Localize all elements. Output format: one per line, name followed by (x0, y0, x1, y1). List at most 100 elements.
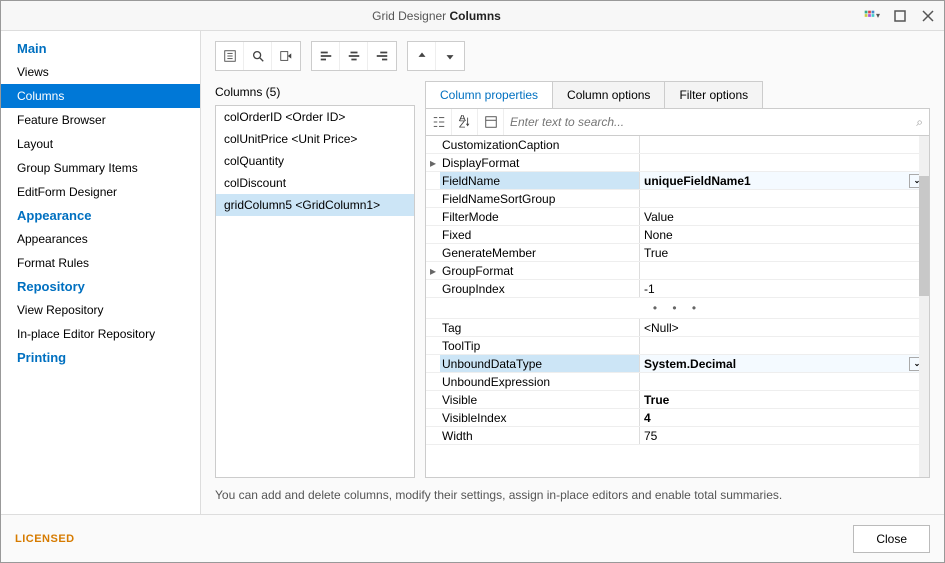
property-pages-button[interactable] (478, 109, 504, 135)
property-value[interactable]: <Null> (640, 319, 929, 336)
property-row[interactable]: FieldNameSortGroup (426, 190, 929, 208)
property-value[interactable]: -1 (640, 280, 929, 297)
property-row[interactable]: GroupIndex-1 (426, 280, 929, 298)
property-value[interactable]: 75 (640, 427, 929, 444)
expand-icon (426, 136, 440, 153)
property-search: ⌕ (504, 109, 929, 135)
property-row[interactable]: UnboundDataTypeSystem.Decimal⌄ (426, 355, 929, 373)
properties-panel: Column propertiesColumn optionsFilter op… (425, 81, 930, 478)
property-row[interactable]: FilterModeValue (426, 208, 929, 226)
column-item[interactable]: colQuantity (216, 150, 414, 172)
property-value[interactable]: Value (640, 208, 929, 225)
property-name: Fixed (440, 226, 640, 243)
expand-icon (426, 226, 440, 243)
expand-icon (426, 208, 440, 225)
property-name: UnboundExpression (440, 373, 640, 390)
sidebar-item-columns[interactable]: Columns (1, 84, 200, 108)
sidebar-item-view-repository[interactable]: View Repository (1, 298, 200, 322)
property-row[interactable]: ▸GroupFormat (426, 262, 929, 280)
tab-filter-options[interactable]: Filter options (664, 81, 763, 108)
footer: LICENSED Close (1, 514, 944, 562)
property-row[interactable]: GenerateMemberTrue (426, 244, 929, 262)
tab-column-options[interactable]: Column options (552, 81, 665, 108)
expand-icon[interactable]: ▸ (426, 154, 440, 171)
column-item[interactable]: colOrderID <Order ID> (216, 106, 414, 128)
property-value[interactable]: True (640, 244, 929, 261)
svg-text:Z: Z (458, 118, 465, 129)
property-row[interactable]: FieldNameuniqueFieldName1⌄ (426, 172, 929, 190)
column-item[interactable]: colUnitPrice <Unit Price> (216, 128, 414, 150)
align-left-button[interactable] (312, 42, 340, 70)
description-text: You can add and delete columns, modify t… (215, 478, 930, 502)
property-row[interactable]: Tag<Null> (426, 319, 929, 337)
close-icon[interactable] (920, 8, 936, 24)
property-value[interactable]: System.Decimal⌄ (640, 355, 929, 372)
property-value[interactable] (640, 262, 929, 279)
sidebar: MainViewsColumnsFeature BrowserLayoutGro… (1, 31, 201, 514)
property-name: FieldName (440, 172, 640, 189)
property-value[interactable]: None (640, 226, 929, 243)
sidebar-item-layout[interactable]: Layout (1, 132, 200, 156)
property-value[interactable] (640, 373, 929, 390)
align-center-button[interactable] (340, 42, 368, 70)
add-column-button[interactable] (216, 42, 244, 70)
property-row[interactable]: Width75 (426, 427, 929, 445)
property-name: CustomizationCaption (440, 136, 640, 153)
property-name: Width (440, 427, 640, 444)
property-name: ToolTip (440, 337, 640, 354)
property-value[interactable] (640, 154, 929, 171)
sidebar-item-feature-browser[interactable]: Feature Browser (1, 108, 200, 132)
search-icon[interactable]: ⌕ (916, 115, 923, 130)
expand-icon (426, 319, 440, 336)
sidebar-header: Appearance (1, 204, 200, 227)
property-name: GroupIndex (440, 280, 640, 297)
search-input[interactable] (510, 115, 916, 129)
sidebar-header: Main (1, 37, 200, 60)
column-item[interactable]: colDiscount (216, 172, 414, 194)
move-down-button[interactable] (436, 42, 464, 70)
align-right-button[interactable] (368, 42, 396, 70)
property-row[interactable]: FixedNone (426, 226, 929, 244)
alphabetical-button[interactable]: AZ (452, 109, 478, 135)
property-name: Visible (440, 391, 640, 408)
maximize-icon[interactable] (892, 8, 908, 24)
property-value[interactable] (640, 337, 929, 354)
expand-icon (426, 244, 440, 261)
sidebar-item-appearances[interactable]: Appearances (1, 227, 200, 251)
expand-icon[interactable]: ▸ (426, 262, 440, 279)
categorized-button[interactable] (426, 109, 452, 135)
columns-list[interactable]: colOrderID <Order ID>colUnitPrice <Unit … (215, 105, 415, 478)
property-value[interactable] (640, 136, 929, 153)
property-value[interactable]: 4 (640, 409, 929, 426)
close-button[interactable]: Close (853, 525, 930, 553)
sidebar-item-group-summary-items[interactable]: Group Summary Items (1, 156, 200, 180)
sidebar-item-editform-designer[interactable]: EditForm Designer (1, 180, 200, 204)
content-area: Columns (5) colOrderID <Order ID>colUnit… (201, 31, 944, 514)
property-row[interactable]: VisibleIndex4 (426, 409, 929, 427)
property-value[interactable] (640, 190, 929, 207)
ellipsis-row: • • • (426, 298, 929, 319)
expand-icon (426, 373, 440, 390)
scrollbar[interactable] (919, 136, 929, 477)
property-value[interactable]: True (640, 391, 929, 408)
columns-panel: Columns (5) colOrderID <Order ID>colUnit… (215, 81, 415, 478)
sidebar-item-format-rules[interactable]: Format Rules (1, 251, 200, 275)
tab-column-properties[interactable]: Column properties (425, 81, 553, 108)
property-name: GroupFormat (440, 262, 640, 279)
retrieve-fields-button[interactable] (244, 42, 272, 70)
expand-icon (426, 172, 440, 189)
property-row[interactable]: CustomizationCaption (426, 136, 929, 154)
property-value[interactable]: uniqueFieldName1⌄ (640, 172, 929, 189)
move-up-button[interactable] (408, 42, 436, 70)
property-row[interactable]: ▸DisplayFormat (426, 154, 929, 172)
expand-icon (426, 337, 440, 354)
property-row[interactable]: VisibleTrue (426, 391, 929, 409)
sidebar-item-views[interactable]: Views (1, 60, 200, 84)
property-row[interactable]: ToolTip (426, 337, 929, 355)
sidebar-item-in-place-editor-repository[interactable]: In-place Editor Repository (1, 322, 200, 346)
column-item[interactable]: gridColumn5 <GridColumn1> (216, 194, 414, 216)
sidebar-header: Repository (1, 275, 200, 298)
property-row[interactable]: UnboundExpression (426, 373, 929, 391)
skin-picker-icon[interactable]: ▾ (864, 8, 880, 24)
remove-column-button[interactable] (272, 42, 300, 70)
